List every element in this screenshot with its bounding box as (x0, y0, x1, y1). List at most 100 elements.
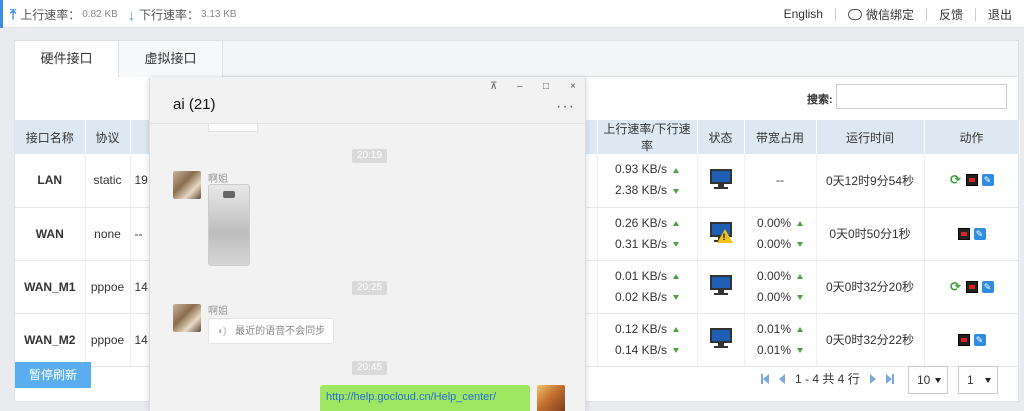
upload-arrow-icon: ⤒ (10, 6, 17, 22)
rate-up: 0.26 KB/s (614, 215, 668, 230)
interface-status (697, 154, 745, 208)
pin-icon[interactable]: ⊼ (490, 81, 497, 92)
interface-bandwidth: -- (744, 154, 817, 208)
avatar[interactable] (537, 385, 565, 411)
monitor-icon (708, 327, 734, 349)
tab-hardware-interface[interactable]: 硬件接口 (15, 41, 119, 77)
refresh-icon[interactable]: ⟳ (950, 173, 962, 186)
chat-window: ai (21) ⊼ – □ × ··· 20:19 啊姐 20:25 啊姐 ◖)… (149, 78, 586, 411)
search-input[interactable] (836, 84, 1007, 109)
disconnect-icon[interactable] (957, 227, 970, 240)
pagination-summary: 1 - 4 共 4 行 (795, 372, 860, 386)
avatar[interactable] (173, 171, 201, 199)
bandwidth-down: 0.00% (756, 236, 792, 251)
more-options-icon[interactable]: ··· (556, 98, 575, 116)
disconnect-icon[interactable] (957, 333, 970, 346)
rate-up: 0.12 KB/s (614, 321, 668, 336)
monitor-warning-icon (708, 221, 734, 243)
refresh-icon[interactable]: ⟳ (950, 280, 962, 293)
logout-link[interactable]: 退出 (976, 6, 1024, 23)
message-timestamp: 20:25 (352, 281, 388, 295)
header-uptime[interactable]: 运行时间 (816, 120, 925, 154)
up-arrow-icon (797, 273, 804, 279)
accent-stripe (0, 0, 3, 28)
disconnect-icon[interactable] (965, 174, 978, 187)
english-link[interactable]: English (772, 7, 835, 21)
interface-actions: ⟳ ✎ (924, 154, 1020, 208)
interface-uptime: 0天0时32分20秒 (816, 260, 925, 314)
page-number-select[interactable]: 1 (958, 366, 998, 394)
up-arrow-icon (673, 273, 680, 279)
voice-icon: ◖) (217, 326, 227, 337)
rate-down: 0.31 KB/s (614, 236, 668, 251)
interface-status (697, 260, 745, 314)
down-arrow-icon (673, 294, 680, 300)
interface-protocol: pppoe (85, 313, 131, 367)
image-message[interactable] (208, 184, 250, 266)
link-message-text[interactable]: http://help.gocloud.cn/Help_center/ (326, 391, 496, 403)
interface-protocol: static (85, 154, 131, 208)
tab-virtual-interface[interactable]: 虚拟接口 (119, 41, 223, 77)
interface-actions: ⟳ ✎ (924, 260, 1020, 314)
download-arrow-icon: ↓ (128, 6, 135, 23)
last-page-icon[interactable] (885, 373, 894, 384)
message-sender: 啊姐 (208, 174, 228, 185)
download-rate-value: 3.13 KB (201, 9, 237, 20)
bandwidth-up: -- (776, 173, 784, 188)
rate-up: 0.93 KB/s (614, 162, 668, 177)
disconnect-icon[interactable] (965, 280, 978, 293)
chevron-down-icon (985, 378, 991, 383)
up-arrow-icon (673, 326, 680, 332)
interface-uptime: 0天12时9分54秒 (816, 154, 925, 208)
interface-bandwidth: 0.00% 0.00% (744, 207, 817, 261)
feedback-link[interactable]: 反馈 (927, 6, 975, 23)
header-protocol[interactable]: 协议 (85, 120, 131, 154)
monitor-icon (708, 274, 734, 296)
header-rate[interactable]: 上行速率/下行速率 (597, 120, 698, 154)
message-sender: 啊姐 (208, 306, 228, 317)
avatar[interactable] (173, 304, 201, 332)
upload-rate-label: 上行速率： (20, 8, 81, 22)
down-arrow-icon (797, 294, 804, 300)
interface-uptime: 0天0时32分22秒 (816, 313, 925, 367)
minimize-icon[interactable]: – (517, 81, 523, 92)
interface-bandwidth: 0.01% 0.01% (744, 313, 817, 367)
wechat-bind-label: 微信绑定 (865, 7, 914, 22)
upload-rate: ⤒ 上行速率： 0.82 KB (10, 6, 118, 23)
interface-rate: 0.26 KB/s 0.31 KB/s (597, 207, 698, 261)
down-arrow-icon (797, 241, 804, 247)
link-message[interactable]: http://help.gocloud.cn/Help_center/ (320, 385, 530, 411)
interface-name: LAN (15, 154, 86, 208)
rate-down: 0.02 KB/s (614, 289, 668, 304)
top-bar: ⤒ 上行速率： 0.82 KB ↓ 下行速率： 3.13 KB English … (0, 0, 1024, 28)
down-arrow-icon (673, 347, 680, 353)
edit-icon[interactable]: ✎ (981, 174, 994, 187)
wechat-bind-link[interactable]: 微信绑定 (836, 6, 926, 23)
up-arrow-icon (673, 167, 680, 173)
down-arrow-icon (673, 241, 680, 247)
edit-icon[interactable]: ✎ (981, 280, 994, 293)
close-icon[interactable]: × (570, 81, 576, 92)
interface-name: WAN_M2 (15, 313, 86, 367)
pause-refresh-button[interactable]: 暂停刷新 (15, 362, 91, 388)
page-size-select[interactable]: 10 (908, 366, 948, 394)
voice-message[interactable]: ◖) 最近的语音不会同步 (208, 318, 335, 344)
maximize-icon[interactable]: □ (543, 81, 549, 92)
up-arrow-icon (797, 220, 804, 226)
interface-status (697, 313, 745, 367)
header-interface-name[interactable]: 接口名称 (15, 120, 86, 154)
interface-bandwidth: 0.00% 0.00% (744, 260, 817, 314)
header-status[interactable]: 状态 (697, 120, 745, 154)
next-page-icon[interactable] (869, 373, 876, 384)
interface-actions: ✎ (924, 313, 1020, 367)
header-bandwidth[interactable]: 带宽占用 (744, 120, 817, 154)
first-page-icon[interactable] (761, 373, 769, 384)
download-rate-label: 下行速率： (139, 8, 200, 22)
download-rate: ↓ 下行速率： 3.13 KB (128, 6, 237, 23)
interface-tabs: 硬件接口 虚拟接口 (15, 41, 1018, 77)
edit-icon[interactable]: ✎ (973, 227, 986, 240)
prev-page-icon[interactable] (779, 373, 785, 384)
edit-icon[interactable]: ✎ (973, 333, 986, 346)
rate-up: 0.01 KB/s (614, 268, 668, 283)
monitor-icon (708, 168, 734, 190)
